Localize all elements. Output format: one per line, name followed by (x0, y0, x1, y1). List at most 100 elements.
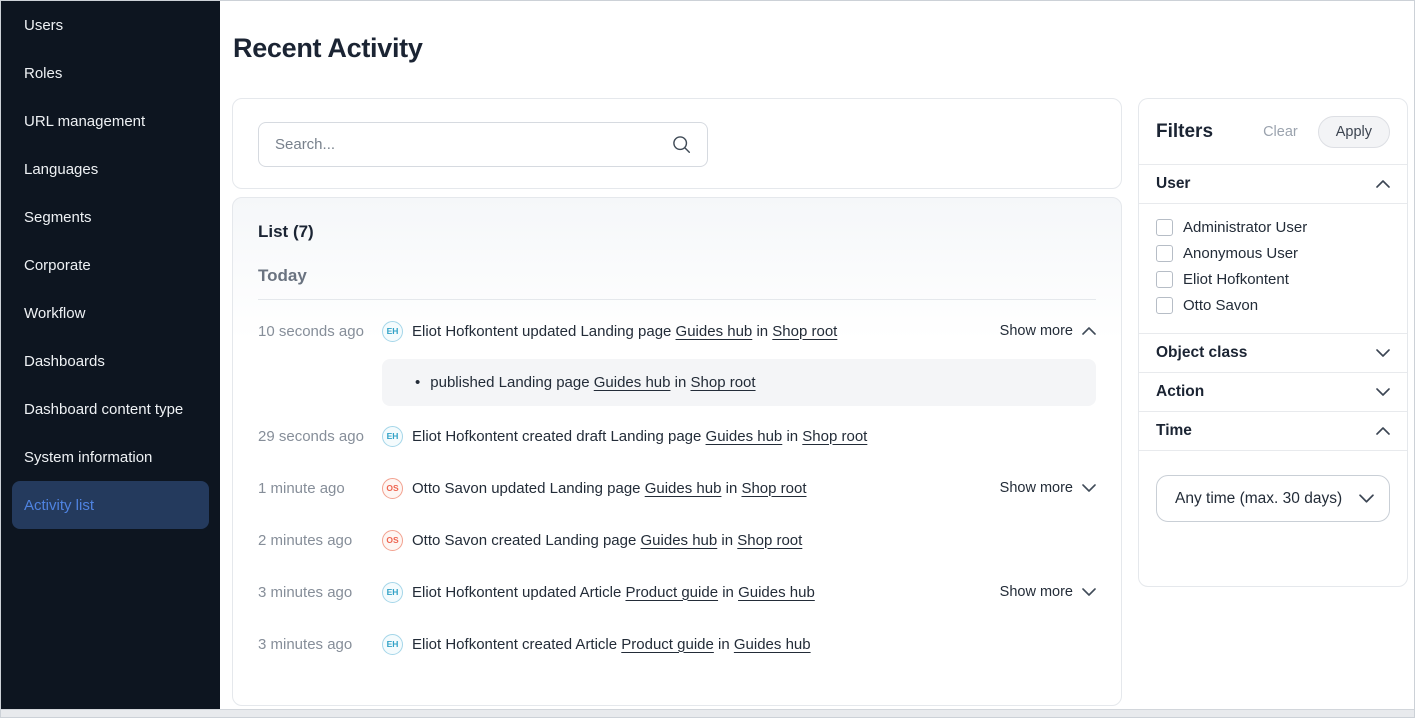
filter-section-object-class: Object class (1139, 333, 1407, 372)
entity-link[interactable]: Guides hub (641, 532, 718, 549)
show-more-button[interactable]: Show more (1000, 584, 1096, 600)
checkbox[interactable] (1156, 245, 1173, 262)
chevron-down-icon (1376, 349, 1390, 357)
filter-section-label: Time (1156, 422, 1192, 440)
entity-link[interactable]: Shop root (737, 532, 802, 549)
activity-row: 2 minutes ago OS Otto Savon created Land… (258, 514, 1096, 566)
filter-checkbox-item[interactable]: Administrator User (1156, 219, 1390, 236)
user-avatar: EH (382, 321, 403, 342)
entity-link[interactable]: Product guide (621, 636, 714, 653)
activity-timestamp: 3 minutes ago (258, 584, 382, 601)
filter-checkbox-item[interactable]: Eliot Hofkontent (1156, 271, 1390, 288)
sidebar-item-corporate[interactable]: Corporate (12, 241, 209, 289)
sidebar-item-label: Corporate (24, 257, 91, 274)
filter-section-label: Object class (1156, 344, 1247, 362)
search-box (258, 122, 708, 167)
entity-link[interactable]: Shop root (691, 374, 756, 391)
activity-rows: 10 seconds ago EH Eliot Hofkontent updat… (258, 305, 1096, 670)
chevron-up-icon (1376, 427, 1390, 435)
sidebar-item-dashboard-content-type[interactable]: Dashboard content type (12, 385, 209, 433)
filter-section-header[interactable]: Action (1139, 372, 1407, 411)
filter-section-label: Action (1156, 383, 1204, 401)
activity-timestamp: 3 minutes ago (258, 636, 382, 653)
sidebar-item-languages[interactable]: Languages (12, 145, 209, 193)
sidebar-item-label: Languages (24, 161, 98, 178)
entity-link[interactable]: Guides hub (676, 323, 753, 340)
sidebar-item-activity-list[interactable]: Activity list (12, 481, 209, 529)
activity-timestamp: 2 minutes ago (258, 532, 382, 549)
apply-filters-button[interactable]: Apply (1318, 116, 1390, 148)
filter-checkbox-item[interactable]: Anonymous User (1156, 245, 1390, 262)
entity-link[interactable]: Guides hub (594, 374, 671, 391)
sidebar-item-segments[interactable]: Segments (12, 193, 209, 241)
activity-timestamp: 10 seconds ago (258, 323, 382, 340)
filter-sections: User Administrator User Anonymous User E… (1139, 164, 1407, 546)
activity-detail: • published Landing page Guides hub in S… (382, 359, 1096, 406)
sidebar-item-label: Workflow (24, 305, 85, 322)
sidebar-item-system-information[interactable]: System information (12, 433, 209, 481)
filter-section-header[interactable]: Object class (1139, 333, 1407, 372)
time-dropdown-area: Any time (max. 30 days) (1139, 450, 1407, 546)
activity-row: 10 seconds ago EH Eliot Hofkontent updat… (258, 305, 1096, 357)
user-avatar: OS (382, 478, 403, 499)
entity-link[interactable]: Shop root (802, 428, 867, 445)
activity-message: Otto Savon updated Landing page Guides h… (412, 480, 807, 497)
page-title: Recent Activity (233, 33, 423, 64)
filter-section-header[interactable]: User (1139, 164, 1407, 203)
window-bottom-edge (1, 709, 1414, 717)
user-avatar: EH (382, 582, 403, 603)
activity-message: Otto Savon created Landing page Guides h… (412, 532, 802, 549)
activity-row: 1 minute ago OS Otto Savon updated Landi… (258, 462, 1096, 514)
checkbox[interactable] (1156, 219, 1173, 236)
show-more-button[interactable]: Show more (1000, 323, 1096, 339)
time-range-value: Any time (max. 30 days) (1175, 490, 1342, 508)
chevron-up-icon (1376, 180, 1390, 188)
activity-message: Eliot Hofkontent updated Article Product… (412, 584, 815, 601)
show-more-label: Show more (1000, 480, 1073, 496)
chevron-up-icon (1082, 327, 1096, 335)
entity-link[interactable]: Guides hub (738, 584, 815, 601)
user-avatar: EH (382, 634, 403, 655)
checkbox[interactable] (1156, 271, 1173, 288)
sidebar-item-workflow[interactable]: Workflow (12, 289, 209, 337)
entity-link[interactable]: Guides hub (706, 428, 783, 445)
sidebar-item-url-management[interactable]: URL management (12, 97, 209, 145)
entity-link[interactable]: Shop root (741, 480, 806, 497)
activity-message: Eliot Hofkontent updated Landing page Gu… (412, 323, 837, 340)
filters-header: Filters Clear Apply (1139, 99, 1407, 164)
entity-link[interactable]: Guides hub (645, 480, 722, 497)
user-filter-options: Administrator User Anonymous User Eliot … (1139, 203, 1407, 333)
entity-link[interactable]: Product guide (625, 584, 718, 601)
checkbox[interactable] (1156, 297, 1173, 314)
sidebar-item-label: Users (24, 17, 63, 34)
filter-section-action: Action (1139, 372, 1407, 411)
detail-message: published Landing page Guides hub in Sho… (430, 374, 755, 391)
chevron-down-icon (1082, 484, 1096, 492)
entity-link[interactable]: Shop root (772, 323, 837, 340)
search-input[interactable] (275, 136, 672, 153)
filters-panel: Filters Clear Apply User Administrator U… (1138, 98, 1408, 587)
entity-link[interactable]: Guides hub (734, 636, 811, 653)
user-avatar: OS (382, 530, 403, 551)
show-more-button[interactable]: Show more (1000, 480, 1096, 496)
show-more-label: Show more (1000, 584, 1073, 600)
activity-row: 29 seconds ago EH Eliot Hofkontent creat… (258, 410, 1096, 462)
clear-filters-button[interactable]: Clear (1263, 124, 1298, 140)
search-card (232, 98, 1122, 189)
list-title: List (7) (258, 222, 1096, 242)
time-range-dropdown[interactable]: Any time (max. 30 days) (1156, 475, 1390, 522)
filter-section-time: Time Any time (max. 30 days) (1139, 411, 1407, 546)
activity-page: { "sidebar": { "items": [ { "label": "Us… (0, 0, 1415, 718)
sidebar-item-dashboards[interactable]: Dashboards (12, 337, 209, 385)
sidebar-item-label: URL management (24, 113, 145, 130)
sidebar: Users Roles URL management Languages Seg… (1, 1, 220, 711)
sidebar-item-users[interactable]: Users (12, 1, 209, 49)
activity-message: Eliot Hofkontent created draft Landing p… (412, 428, 867, 445)
filter-checkbox-item[interactable]: Otto Savon (1156, 297, 1390, 314)
show-more-label: Show more (1000, 323, 1073, 339)
search-icon[interactable] (672, 135, 691, 154)
activity-row: 3 minutes ago EH Eliot Hofkontent create… (258, 618, 1096, 670)
activity-row: 3 minutes ago EH Eliot Hofkontent update… (258, 566, 1096, 618)
sidebar-item-roles[interactable]: Roles (12, 49, 209, 97)
filter-section-header[interactable]: Time (1139, 411, 1407, 450)
